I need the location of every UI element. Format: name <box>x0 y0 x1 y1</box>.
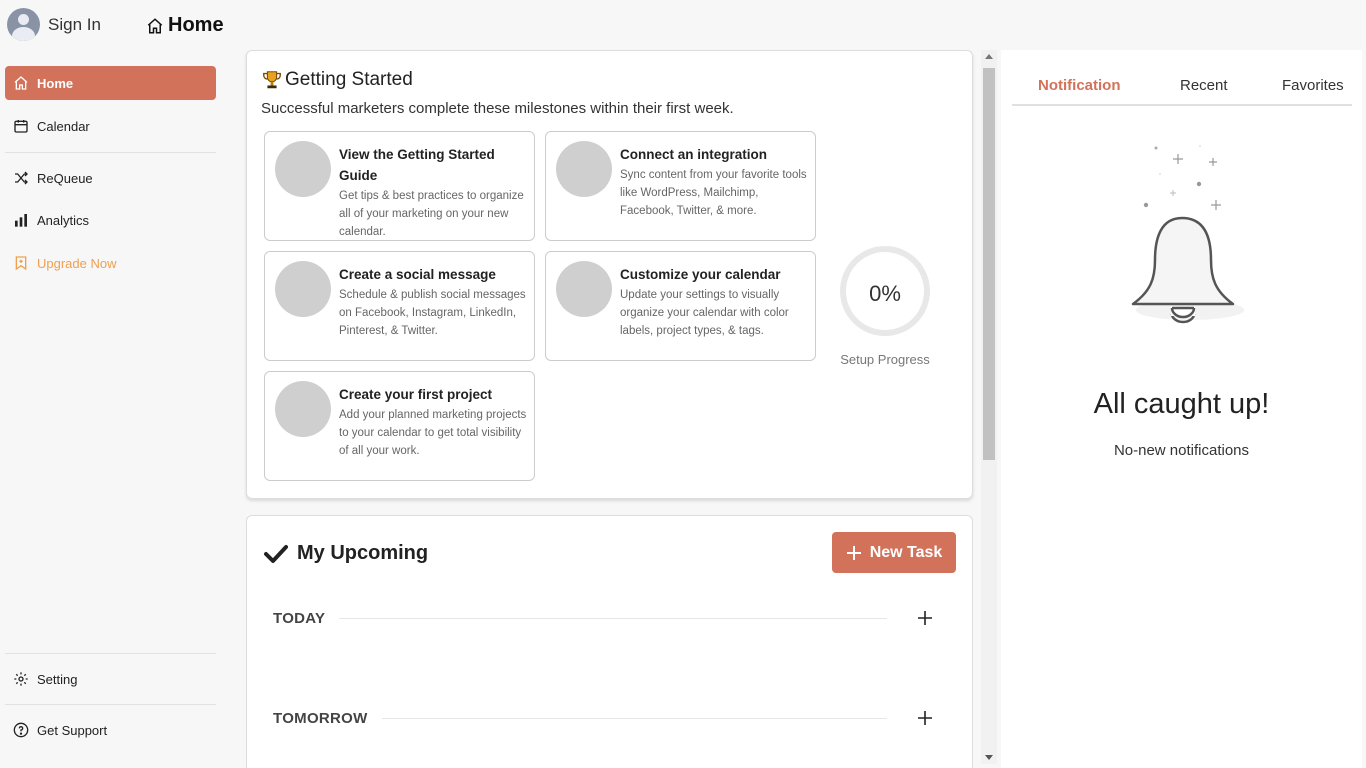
getting-started-title: Getting Started <box>261 69 413 91</box>
sidebar-item-calendar[interactable]: Calendar <box>5 109 216 143</box>
milestone-description: Get tips & best practices to organize al… <box>339 190 524 238</box>
empty-state-subtitle: No-new notifications <box>1113 442 1250 459</box>
setup-progress-label: Setup Progress <box>840 352 930 367</box>
milestone-card-guide[interactable]: View the Getting Started Guide Get tips … <box>264 131 535 241</box>
sidebar-item-label: Home <box>37 75 74 91</box>
bookmark-icon <box>15 256 27 271</box>
milestone-status-circle <box>556 261 612 317</box>
sign-in-link[interactable]: Sign In <box>48 15 101 35</box>
add-task-plus-icon[interactable] <box>917 610 933 626</box>
milestone-status-circle <box>556 141 612 197</box>
day-row-tomorrow: TOMORROW <box>273 706 933 730</box>
sidebar-item-analytics[interactable]: Analytics <box>5 203 216 237</box>
empty-state-title: All caught up! <box>1093 388 1270 420</box>
plus-icon <box>846 545 861 560</box>
my-upcoming-title-text: My Upcoming <box>297 542 429 564</box>
milestone-card-project[interactable]: Create your first project Add your plann… <box>264 371 535 481</box>
avatar[interactable] <box>7 8 40 41</box>
tab-notification[interactable]: Notification <box>1038 77 1121 94</box>
my-upcoming-panel: My Upcoming New Task TODAY TOMORROW <box>246 515 973 768</box>
milestone-status-circle <box>275 381 331 437</box>
milestone-description: Sync content from your favorite tools li… <box>620 169 807 217</box>
scroll-up-arrow-icon[interactable] <box>985 54 993 59</box>
tab-recent[interactable]: Recent <box>1180 77 1228 94</box>
calendar-icon <box>14 120 28 133</box>
bar-chart-icon <box>15 214 27 227</box>
sidebar-divider <box>5 704 216 705</box>
top-bar: Sign In Home <box>0 0 1366 50</box>
milestone-card-integration[interactable]: Connect an integration Sync content from… <box>545 131 816 241</box>
milestone-title: Connect an integration <box>620 147 768 162</box>
home-icon <box>14 76 28 90</box>
getting-started-title-text: Getting Started <box>285 69 413 90</box>
milestone-title: Customize your calendar <box>620 267 781 282</box>
sidebar-item-upgrade[interactable]: Upgrade Now <box>5 246 216 280</box>
avatar-head <box>18 14 29 25</box>
notifications-panel: Notification Recent Favorites All caught… <box>1001 50 1362 768</box>
gear-icon <box>14 672 28 686</box>
day-label: TOMORROW <box>273 709 368 727</box>
bell-icon <box>1131 145 1244 324</box>
home-icon <box>147 17 163 33</box>
milestone-description: Update your settings to visually organiz… <box>620 289 789 337</box>
new-task-button[interactable]: New Task <box>832 532 956 573</box>
milestone-description: Schedule & publish social messages on Fa… <box>339 289 526 337</box>
page-title: Home <box>146 14 224 37</box>
sidebar-item-requeue[interactable]: ReQueue <box>5 161 216 195</box>
milestone-card-customize[interactable]: Customize your calendar Update your sett… <box>545 251 816 361</box>
help-icon <box>13 722 29 738</box>
day-divider <box>381 717 887 719</box>
sidebar-item-label: ReQueue <box>37 170 93 186</box>
milestone-title: View the Getting Started Guide <box>339 147 495 183</box>
scroll-thumb[interactable] <box>983 68 995 460</box>
sidebar-item-label: Calendar <box>37 118 90 134</box>
sidebar-item-home[interactable]: Home <box>5 66 216 100</box>
getting-started-panel: Getting Started Successful marketers com… <box>246 50 973 499</box>
page-title-text: Home <box>168 14 224 36</box>
trophy-icon <box>263 71 281 89</box>
sidebar-item-label: Get Support <box>37 722 108 738</box>
milestone-title: Create your first project <box>339 387 493 402</box>
avatar-body <box>12 27 35 41</box>
milestone-title: Create a social message <box>339 267 496 282</box>
milestone-description: Add your planned marketing projects to y… <box>339 409 527 457</box>
setup-progress-value: 0% <box>869 281 901 306</box>
my-upcoming-title: My Upcoming <box>263 542 428 565</box>
milestone-status-circle <box>275 141 331 197</box>
checkmark-icon <box>264 544 288 563</box>
getting-started-subtitle: Successful marketers complete these mile… <box>261 100 734 117</box>
sidebar-divider <box>5 152 216 153</box>
sidebar-item-label: Upgrade Now <box>37 255 117 271</box>
milestone-card-social[interactable]: Create a social message Schedule & publi… <box>264 251 535 361</box>
sidebar: Home Calendar ReQueue Analytics Upgrade … <box>0 50 232 768</box>
new-task-label: New Task <box>869 543 943 561</box>
sidebar-item-label: Analytics <box>37 212 90 228</box>
shuffle-icon <box>15 171 28 185</box>
sidebar-item-label: Setting <box>37 671 78 687</box>
day-row-today: TODAY <box>273 606 933 630</box>
main-scrollbar[interactable] <box>981 50 997 764</box>
sidebar-item-support[interactable]: Get Support <box>5 713 216 747</box>
add-task-plus-icon[interactable] <box>917 710 933 726</box>
day-divider <box>339 617 887 619</box>
scroll-down-arrow-icon[interactable] <box>985 755 993 760</box>
tabs-underline <box>1012 104 1352 106</box>
day-label: TODAY <box>273 609 326 627</box>
tab-favorites[interactable]: Favorites <box>1282 77 1344 94</box>
sidebar-divider <box>5 653 216 654</box>
sidebar-item-setting[interactable]: Setting <box>5 662 216 696</box>
milestone-status-circle <box>275 261 331 317</box>
